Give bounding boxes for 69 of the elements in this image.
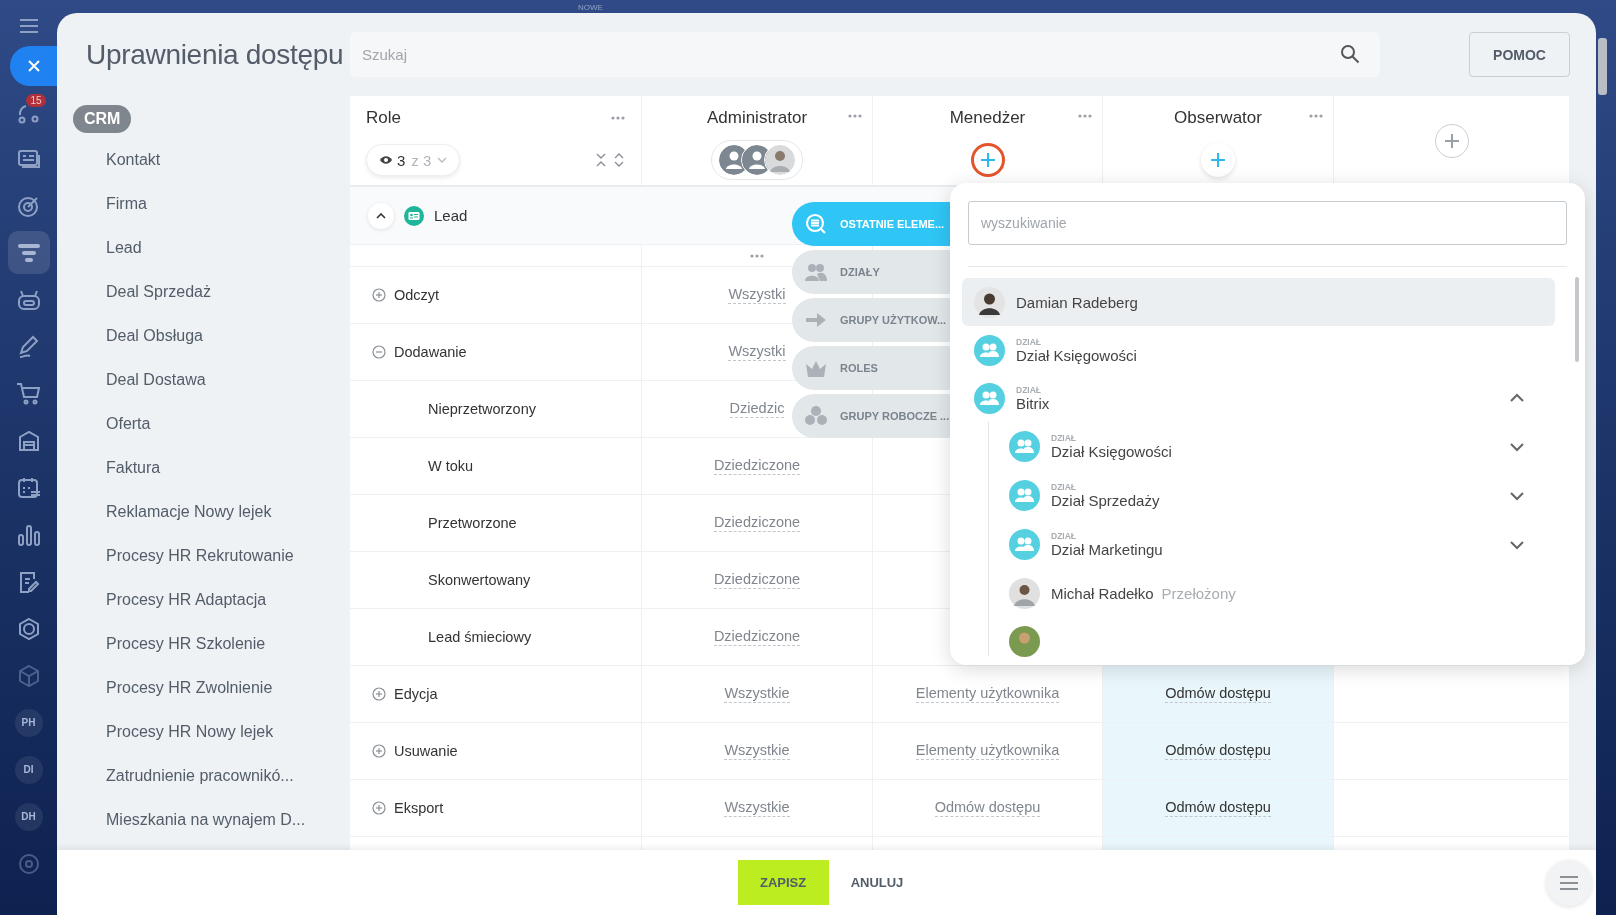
page-title: Uprawnienia dostępu bbox=[86, 38, 345, 71]
menu-item[interactable]: Deal Dostawa bbox=[57, 358, 350, 402]
cancel-button[interactable]: ANULUJ bbox=[838, 875, 916, 890]
rail-button[interactable]: DH bbox=[7, 795, 50, 838]
rail-button[interactable]: DI bbox=[7, 748, 50, 791]
initials-avatar: PH bbox=[14, 708, 43, 737]
picker-item[interactable]: DZIAŁ Dział Księgowości bbox=[989, 422, 1555, 471]
permission-value[interactable]: Dziedziczone bbox=[713, 514, 801, 532]
menu-item[interactable]: Procesy HR Nowy lejek bbox=[57, 710, 350, 754]
menu-item[interactable]: Deal Sprzedaż bbox=[57, 270, 350, 314]
rail-button[interactable]: PH bbox=[7, 701, 50, 744]
search-field[interactable]: Szukaj bbox=[350, 32, 1380, 77]
permission-label: Odczyt bbox=[394, 287, 440, 303]
menu-item[interactable]: Procesy HR Adaptacja bbox=[57, 578, 350, 622]
permission-label: Lead śmieciowy bbox=[428, 629, 532, 645]
permission-label: Przetworzone bbox=[428, 515, 517, 531]
save-button[interactable]: ZAPISZ bbox=[737, 860, 829, 905]
permission-label: W toku bbox=[428, 458, 474, 474]
permission-label: Eksport bbox=[394, 800, 444, 816]
permission-value[interactable]: Odmów dostępu bbox=[1165, 685, 1271, 703]
help-button[interactable]: POMOC bbox=[1469, 32, 1570, 77]
permission-value[interactable]: Elementy użytkownika bbox=[915, 685, 1060, 703]
search-field[interactable]: wyszukiwanie bbox=[968, 201, 1567, 245]
column-title: Role bbox=[366, 108, 401, 128]
section-title: Lead bbox=[434, 207, 468, 224]
picker-item[interactable]: Michał Radełko Przełożony bbox=[989, 569, 1555, 618]
menu-item[interactable]: Oferta bbox=[57, 402, 350, 446]
initials-avatar: DI bbox=[14, 755, 43, 784]
permission-label: Dodawanie bbox=[394, 344, 467, 360]
menu-item[interactable]: Lead bbox=[57, 226, 350, 270]
permission-value[interactable]: Odmów dostępu bbox=[934, 799, 1041, 817]
permission-label: Nieprzetworzony bbox=[428, 401, 536, 417]
top-label: NOWE bbox=[578, 3, 603, 12]
filter-button[interactable]: 3 z 3 bbox=[366, 144, 461, 176]
initials-avatar: DH bbox=[14, 802, 43, 831]
picker-item[interactable]: DZIAŁ Dział Marketingu bbox=[989, 520, 1555, 569]
menu-item[interactable]: Procesy HR Rekrutowanie bbox=[57, 534, 350, 578]
permission-value[interactable]: Dziedzic bbox=[729, 400, 785, 418]
picker-item[interactable]: DZIAŁ Dział Sprzedaży bbox=[989, 471, 1555, 520]
permission-value[interactable]: Wszystkie bbox=[724, 742, 790, 760]
menu-item[interactable]: Procesy HR Szkolenie bbox=[57, 622, 350, 666]
permission-value[interactable]: Odmów dostępu bbox=[1165, 742, 1271, 760]
section-label: CRM bbox=[73, 105, 132, 133]
permission-label: Usuwanie bbox=[394, 743, 458, 759]
permission-value[interactable]: Wszystkie bbox=[724, 799, 790, 817]
permission-value[interactable]: Elementy użytkownika bbox=[915, 742, 1060, 760]
menu-item[interactable]: Procesy HR Zwolnienie bbox=[57, 666, 350, 710]
menu-item[interactable]: Firma bbox=[57, 182, 350, 226]
permission-value[interactable]: Dziedziczone bbox=[713, 457, 801, 475]
menu-item[interactable]: Reklamacje Nowy lejek bbox=[57, 490, 350, 534]
column-title: Menedżer bbox=[949, 108, 1026, 128]
menu-item[interactable]: Deal Obsługa bbox=[57, 314, 350, 358]
menu-item[interactable]: Kontakt bbox=[57, 138, 350, 182]
menu-item[interactable]: Mieszkania na wynajem D... bbox=[57, 798, 350, 842]
menu-item[interactable]: Zatrudnienie pracownikó... bbox=[57, 754, 350, 798]
permission-value[interactable]: Odmów dostępu bbox=[1165, 799, 1271, 817]
permission-value[interactable]: Dziedziczone bbox=[713, 628, 801, 646]
permission-label: Skonwertowany bbox=[428, 572, 531, 588]
permission-value[interactable]: Wszystkie bbox=[724, 685, 790, 703]
permission-label: Edycja bbox=[394, 686, 438, 702]
permission-value[interactable]: Wszystki bbox=[728, 343, 786, 361]
permission-value[interactable]: Dziedziczone bbox=[713, 571, 801, 589]
notification-badge: 15 bbox=[26, 94, 46, 107]
rail-button[interactable]: 15 bbox=[7, 90, 50, 133]
column-title: Obserwator bbox=[1174, 108, 1262, 128]
picker-item[interactable]: Damian Radeberg bbox=[962, 278, 1555, 326]
permission-value[interactable]: Wszystki bbox=[728, 286, 786, 304]
column-title: Administrator bbox=[706, 108, 808, 128]
menu-item[interactable]: Faktura bbox=[57, 446, 350, 490]
